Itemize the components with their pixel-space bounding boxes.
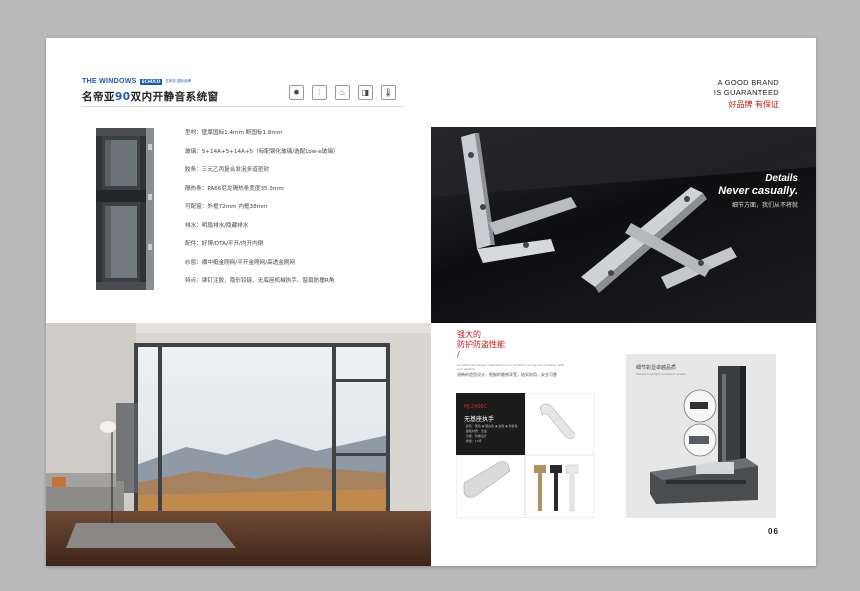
spec-thermal-break: 隔热条：PA66尼龙隔热条宽度35.3mm [185,185,284,192]
antitheft-title: 强大的 防护防盗性能 / [457,330,505,360]
hinge-illustration [431,127,816,293]
guarantee-line-1: A GOOD BRAND [717,78,779,87]
guarantee-block: A GOOD BRAND IS GUARANTEED 好品牌 有保证 [714,78,779,110]
antitheft-description: 流畅的造型设计，细腻的触感享受，结实耐用，安全可靠 [457,372,557,377]
antitheft-title-line-3: / [457,350,460,359]
cross-section-panel: 细节彰显卓越品质 Details highlight excellent qua… [626,354,776,518]
spec-glass: 玻璃：5+14A+5+14A+5（标配钢化玻璃/选配Low-e玻璃） [185,148,339,155]
handle-spec-panel: HJ-2400C 无基座执手 · 颜色：黑色 ◆ 银白色 ◆ 金色 ◆ 香槟色 … [456,393,525,455]
page-number: 06 [768,527,779,536]
brochure-page: THE WINDOWS SCHÜCO 名帝亚 国际品牌 名帝亚90双内开静音系统… [46,38,816,566]
antitheft-title-line-2: 防护防盗性能 [457,340,505,349]
guarantee-chinese: 好品牌 有保证 [728,100,779,109]
brand-english-title: THE WINDOWS [82,78,137,85]
details-line-2: Never casually. [718,185,798,197]
spec-frame: 可配窗：外框72mm 内框38mm [185,204,268,210]
feature-icons: ✹ ⫶ ♨ ◨ 🌡 [289,85,396,100]
fire-icon: ♨ [335,85,350,100]
spec-list: 型材：壁厚国标1.4mm 断国标1.8mm 玻璃：5+14A+5+14A+5（标… [185,129,430,296]
window-icon: ◨ [358,85,373,100]
details-slogan: Details Never casually. 细节方面，我们从不将就 [718,173,798,209]
spec-screen: 纱窗：横中梃金刚网/平开金刚网/高透金刚网 [185,259,296,266]
spec-features: 特点：铆钉注胶、隐形铰链、无底座机械执手、窗扇防撞R角 [185,278,335,284]
guarantee-line-2: IS GUARANTEED [713,88,779,97]
brand-logo: SCHÜCO [139,78,163,85]
handle-model-code: HJ-2400C [464,404,488,410]
antitheft-title-line-1: 强大的 [457,330,481,339]
sun-icon: ✹ [289,85,304,100]
product-title: 名帝亚90双内开静音系统窗 [82,89,219,104]
living-room-illustration [46,323,431,566]
title-divider [82,106,404,107]
spec-drainage: 排水：明扇排水/隐藏排水 [185,222,249,229]
brand-logo-text: 名帝亚 国际品牌 [165,79,192,83]
window-profile-image [96,128,154,290]
handle-spec-lines: · 颜色：黑色 ◆ 银白色 ◆ 金色 ◆ 香槟色 · 面板材质：合金 · 功能：… [464,424,518,444]
spec-gasket: 胶条：三元乙丙复合发泡多道密封 [185,167,269,173]
details-line-3: 细节方面，我们从不将就 [731,202,798,209]
thermometer-icon: 🌡 [381,85,396,100]
handle-title: 无基座执手 [464,416,495,423]
title-highlight: 90 [115,91,131,103]
hinge-photo: Details Never casually. 细节方面，我们从不将就 [431,127,816,323]
antitheft-english: Smooth new design, desirable touch funct… [457,363,564,371]
spec-profile: 型材：壁厚国标1.4mm 断国标1.8mm [185,130,283,136]
title-suffix: 双内开静音系统窗 [130,91,219,103]
spec-hardware: 配件：好博/DTA/平开/内开内倒 [185,241,264,247]
living-room-photo [46,323,431,566]
adjust-icon: ⫶ [312,85,327,100]
cross-section-illustration [650,366,758,504]
handle-spec-line: · 质量：15年 [464,439,482,443]
details-line-1: Details [765,173,798,184]
brand-header: THE WINDOWS SCHÜCO 名帝亚 国际品牌 [82,78,191,85]
title-prefix: 名帝亚 [82,91,115,103]
